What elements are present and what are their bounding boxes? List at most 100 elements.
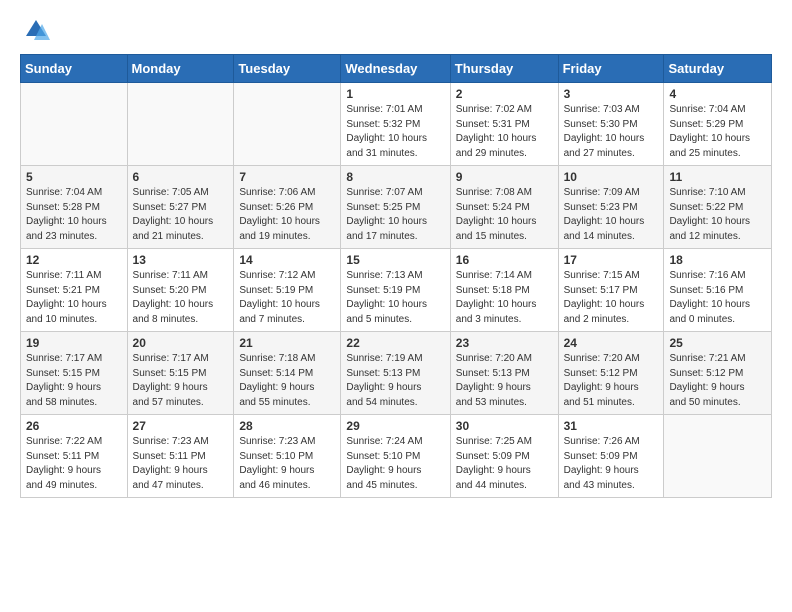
calendar-cell: 16 Sunrise: 7:14 AM Sunset: 5:18 PM Dayli…	[450, 249, 558, 332]
calendar-cell	[21, 83, 128, 166]
day-number: 29	[346, 419, 444, 433]
day-number: 21	[239, 336, 335, 350]
calendar-cell: 19 Sunrise: 7:17 AM Sunset: 5:15 PM Dayli…	[21, 332, 128, 415]
day-number: 19	[26, 336, 122, 350]
day-info: Sunrise: 7:15 AM Sunset: 5:17 PM Dayligh…	[564, 269, 659, 327]
day-info: Sunrise: 7:03 AM Sunset: 5:30 PM Dayligh…	[564, 103, 659, 161]
day-info: Sunrise: 7:17 AM Sunset: 5:15 PM Dayligh…	[26, 352, 122, 410]
calendar-cell: 1Sunrise: 7:01 AM Sunset: 5:32 PM Daylig…	[341, 83, 450, 166]
calendar-cell: 24 Sunrise: 7:20 AM Sunset: 5:12 PM Dayli…	[558, 332, 664, 415]
calendar-cell: 18 Sunrise: 7:16 AM Sunset: 5:16 PM Dayli…	[664, 249, 772, 332]
calendar-cell: 30 Sunrise: 7:25 AM Sunset: 5:09 PM Dayli…	[450, 415, 558, 498]
day-number: 5	[26, 170, 122, 184]
calendar-cell: 7Sunrise: 7:06 AM Sunset: 5:26 PM Daylig…	[234, 166, 341, 249]
day-number: 28	[239, 419, 335, 433]
day-number: 27	[133, 419, 229, 433]
day-info: Sunrise: 7:22 AM Sunset: 5:11 PM Dayligh…	[26, 435, 122, 493]
calendar-cell: 10 Sunrise: 7:09 AM Sunset: 5:23 PM Dayli…	[558, 166, 664, 249]
day-number: 15	[346, 253, 444, 267]
day-number: 10	[564, 170, 659, 184]
day-info: Sunrise: 7:14 AM Sunset: 5:18 PM Dayligh…	[456, 269, 553, 327]
day-info: Sunrise: 7:01 AM Sunset: 5:32 PM Dayligh…	[346, 103, 444, 161]
day-number: 11	[669, 170, 766, 184]
day-number: 9	[456, 170, 553, 184]
calendar-cell: 14 Sunrise: 7:12 AM Sunset: 5:19 PM Dayli…	[234, 249, 341, 332]
day-number: 16	[456, 253, 553, 267]
day-info: Sunrise: 7:08 AM Sunset: 5:24 PM Dayligh…	[456, 186, 553, 244]
calendar-cell: 3 Sunrise: 7:03 AM Sunset: 5:30 PM Daylig…	[558, 83, 664, 166]
day-info: Sunrise: 7:11 AM Sunset: 5:21 PM Dayligh…	[26, 269, 122, 327]
day-number: 23	[456, 336, 553, 350]
day-number: 14	[239, 253, 335, 267]
calendar-cell	[664, 415, 772, 498]
calendar-cell: 31Sunrise: 7:26 AM Sunset: 5:09 PM Dayli…	[558, 415, 664, 498]
day-info: Sunrise: 7:11 AM Sunset: 5:20 PM Dayligh…	[133, 269, 229, 327]
calendar-cell: 12 Sunrise: 7:11 AM Sunset: 5:21 PM Dayli…	[21, 249, 128, 332]
day-info: Sunrise: 7:23 AM Sunset: 5:10 PM Dayligh…	[239, 435, 335, 493]
logo-text-block	[20, 16, 50, 44]
calendar-table: SundayMondayTuesdayWednesdayThursdayFrid…	[20, 54, 772, 498]
calendar-cell: 8Sunrise: 7:07 AM Sunset: 5:25 PM Daylig…	[341, 166, 450, 249]
calendar-cell	[234, 83, 341, 166]
day-info: Sunrise: 7:04 AM Sunset: 5:28 PM Dayligh…	[26, 186, 122, 244]
header-saturday: Saturday	[664, 55, 772, 83]
calendar-cell: 25 Sunrise: 7:21 AM Sunset: 5:12 PM Dayli…	[664, 332, 772, 415]
day-number: 2	[456, 87, 553, 101]
day-number: 22	[346, 336, 444, 350]
header-friday: Friday	[558, 55, 664, 83]
day-info: Sunrise: 7:16 AM Sunset: 5:16 PM Dayligh…	[669, 269, 766, 327]
day-number: 13	[133, 253, 229, 267]
day-info: Sunrise: 7:20 AM Sunset: 5:13 PM Dayligh…	[456, 352, 553, 410]
calendar-cell: 5 Sunrise: 7:04 AM Sunset: 5:28 PM Daylig…	[21, 166, 128, 249]
day-info: Sunrise: 7:04 AM Sunset: 5:29 PM Dayligh…	[669, 103, 766, 161]
day-info: Sunrise: 7:21 AM Sunset: 5:12 PM Dayligh…	[669, 352, 766, 410]
day-info: Sunrise: 7:07 AM Sunset: 5:25 PM Dayligh…	[346, 186, 444, 244]
day-info: Sunrise: 7:17 AM Sunset: 5:15 PM Dayligh…	[133, 352, 229, 410]
day-info: Sunrise: 7:12 AM Sunset: 5:19 PM Dayligh…	[239, 269, 335, 327]
week-row-1: 5 Sunrise: 7:04 AM Sunset: 5:28 PM Daylig…	[21, 166, 772, 249]
day-number: 30	[456, 419, 553, 433]
day-info: Sunrise: 7:24 AM Sunset: 5:10 PM Dayligh…	[346, 435, 444, 493]
day-info: Sunrise: 7:20 AM Sunset: 5:12 PM Dayligh…	[564, 352, 659, 410]
calendar-cell: 2 Sunrise: 7:02 AM Sunset: 5:31 PM Daylig…	[450, 83, 558, 166]
day-info: Sunrise: 7:09 AM Sunset: 5:23 PM Dayligh…	[564, 186, 659, 244]
calendar-cell: 29 Sunrise: 7:24 AM Sunset: 5:10 PM Dayli…	[341, 415, 450, 498]
header-wednesday: Wednesday	[341, 55, 450, 83]
day-number: 24	[564, 336, 659, 350]
day-number: 17	[564, 253, 659, 267]
calendar-cell: 11 Sunrise: 7:10 AM Sunset: 5:22 PM Dayli…	[664, 166, 772, 249]
page: SundayMondayTuesdayWednesdayThursdayFrid…	[0, 0, 792, 612]
day-info: Sunrise: 7:06 AM Sunset: 5:26 PM Dayligh…	[239, 186, 335, 244]
day-number: 3	[564, 87, 659, 101]
calendar-cell: 20 Sunrise: 7:17 AM Sunset: 5:15 PM Dayli…	[127, 332, 234, 415]
calendar-cell: 6Sunrise: 7:05 AM Sunset: 5:27 PM Daylig…	[127, 166, 234, 249]
day-number: 25	[669, 336, 766, 350]
calendar-cell: 26 Sunrise: 7:22 AM Sunset: 5:11 PM Dayli…	[21, 415, 128, 498]
calendar-cell: 21 Sunrise: 7:18 AM Sunset: 5:14 PM Dayli…	[234, 332, 341, 415]
calendar-cell: 13 Sunrise: 7:11 AM Sunset: 5:20 PM Dayli…	[127, 249, 234, 332]
day-info: Sunrise: 7:10 AM Sunset: 5:22 PM Dayligh…	[669, 186, 766, 244]
day-number: 26	[26, 419, 122, 433]
day-info: Sunrise: 7:23 AM Sunset: 5:11 PM Dayligh…	[133, 435, 229, 493]
header	[20, 16, 772, 44]
calendar-cell: 27 Sunrise: 7:23 AM Sunset: 5:11 PM Dayli…	[127, 415, 234, 498]
day-info: Sunrise: 7:18 AM Sunset: 5:14 PM Dayligh…	[239, 352, 335, 410]
day-info: Sunrise: 7:25 AM Sunset: 5:09 PM Dayligh…	[456, 435, 553, 493]
calendar-cell: 23 Sunrise: 7:20 AM Sunset: 5:13 PM Dayli…	[450, 332, 558, 415]
day-info: Sunrise: 7:05 AM Sunset: 5:27 PM Dayligh…	[133, 186, 229, 244]
day-number: 18	[669, 253, 766, 267]
logo-icon	[22, 16, 50, 44]
day-info: Sunrise: 7:02 AM Sunset: 5:31 PM Dayligh…	[456, 103, 553, 161]
header-thursday: Thursday	[450, 55, 558, 83]
day-number: 4	[669, 87, 766, 101]
week-row-0: 1Sunrise: 7:01 AM Sunset: 5:32 PM Daylig…	[21, 83, 772, 166]
day-number: 20	[133, 336, 229, 350]
week-row-4: 26 Sunrise: 7:22 AM Sunset: 5:11 PM Dayli…	[21, 415, 772, 498]
calendar-cell: 17 Sunrise: 7:15 AM Sunset: 5:17 PM Dayli…	[558, 249, 664, 332]
calendar-header-row: SundayMondayTuesdayWednesdayThursdayFrid…	[21, 55, 772, 83]
calendar-cell: 15Sunrise: 7:13 AM Sunset: 5:19 PM Dayli…	[341, 249, 450, 332]
calendar-cell: 28 Sunrise: 7:23 AM Sunset: 5:10 PM Dayli…	[234, 415, 341, 498]
calendar-cell	[127, 83, 234, 166]
calendar-cell: 9 Sunrise: 7:08 AM Sunset: 5:24 PM Daylig…	[450, 166, 558, 249]
day-number: 12	[26, 253, 122, 267]
